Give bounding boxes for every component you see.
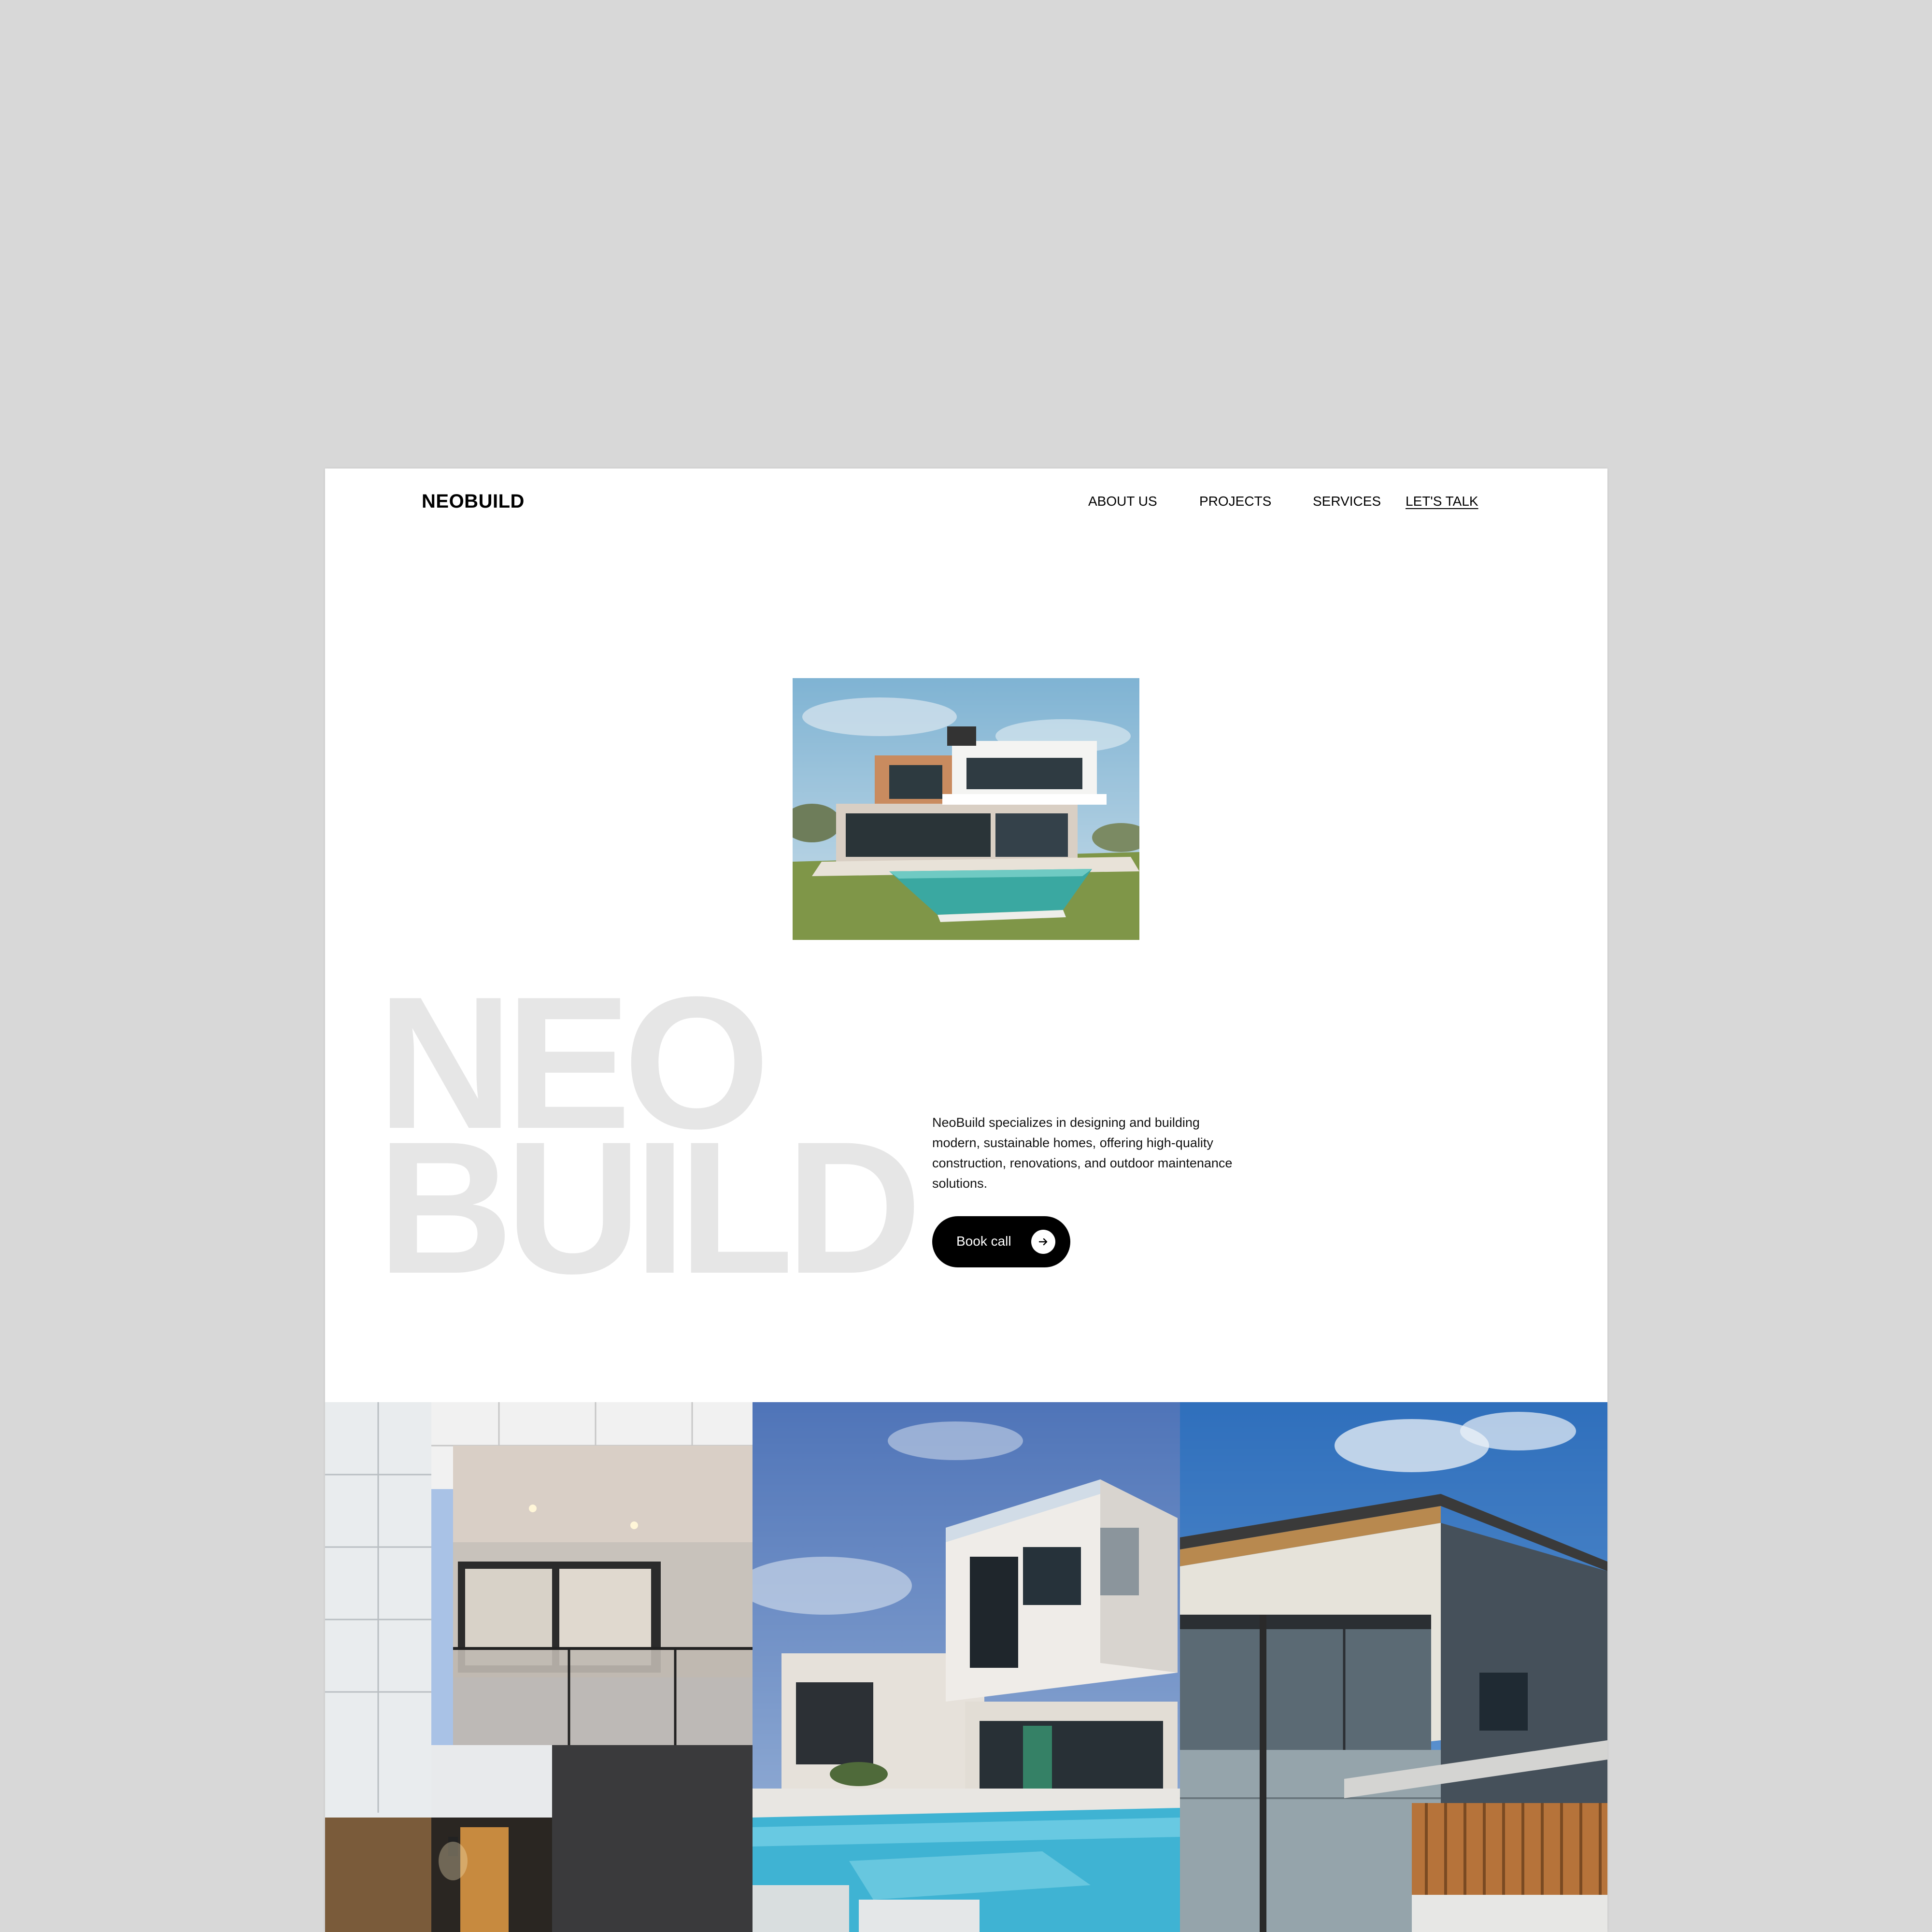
hero-description: NeoBuild specializes in designing and bu… — [932, 1115, 1233, 1191]
nav-services[interactable]: SERVICES — [1313, 494, 1381, 509]
book-call-button[interactable]: Book call — [932, 1216, 1070, 1267]
top-nav: ABOUT US PROJECTS SERVICES LET'S TALK — [325, 494, 1607, 513]
hero-big-word-build: BUILD — [377, 1102, 922, 1313]
arrow-right-icon — [1031, 1230, 1055, 1254]
nav-projects[interactable]: PROJECTS — [1199, 494, 1271, 509]
nav-lets-talk[interactable]: LET'S TALK — [1406, 494, 1478, 509]
hero-house-image — [793, 678, 1139, 940]
gallery-photo-wood-facade-house[interactable] — [1180, 1402, 1607, 1932]
book-call-label: Book call — [956, 1234, 1011, 1249]
project-gallery — [325, 1402, 1607, 1932]
gallery-photo-balcony-house[interactable] — [325, 1402, 753, 1932]
nav-about-us[interactable]: ABOUT US — [1088, 494, 1157, 509]
landing-page: NEOBUILD ABOUT US PROJECTS SERVICES LET'… — [325, 469, 1607, 1932]
gallery-photo-pool-villa[interactable] — [753, 1402, 1180, 1932]
